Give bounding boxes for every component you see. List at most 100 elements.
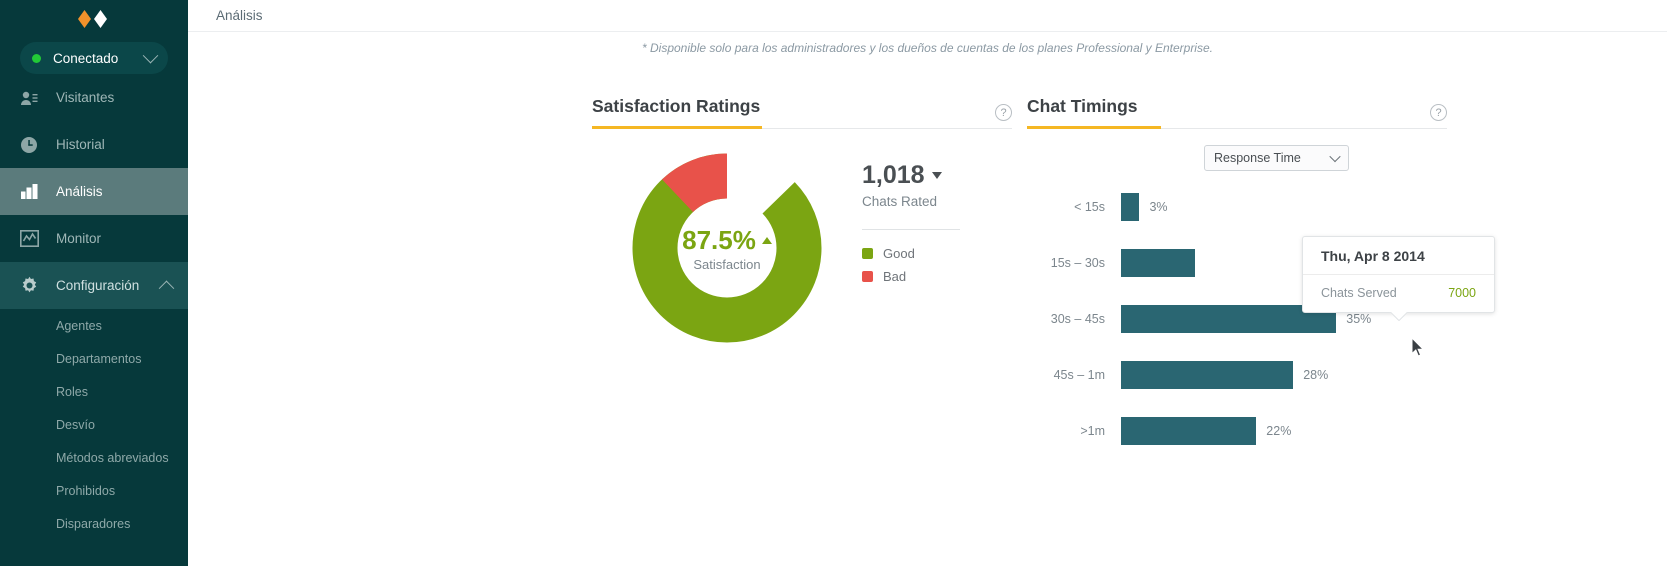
bar-category-label: 45s – 1m: [1053, 368, 1105, 382]
logo-diamond-white-icon: [94, 10, 107, 28]
sidebar-subitem-label: Departamentos: [56, 351, 142, 366]
sidebar-subitem-desvio[interactable]: Desvío: [0, 408, 188, 441]
panel-title: Satisfaction Ratings: [592, 96, 761, 116]
sidebar-item-label: Historial: [56, 137, 105, 152]
chevron-down-icon: [142, 47, 159, 63]
sidebar-item-historial[interactable]: Historial: [0, 121, 188, 168]
sidebar-subitem-roles[interactable]: Roles: [0, 375, 188, 408]
chevron-down-icon: [1329, 150, 1341, 163]
status-label: Conectado: [53, 50, 119, 66]
visitors-icon: [18, 88, 40, 108]
tooltip-arrow: [1389, 312, 1408, 321]
caret-down-icon[interactable]: [931, 172, 942, 179]
bar-track: 22%: [1121, 417, 1367, 445]
sidebar-subitem-prohibidos[interactable]: Prohibidos: [0, 474, 188, 507]
help-icon[interactable]: ?: [1430, 104, 1447, 121]
bar-category-label: 15s – 30s: [1050, 256, 1105, 270]
bar-category-label: >1m: [1080, 424, 1105, 438]
bar-fill[interactable]: [1121, 193, 1140, 221]
tooltip-metric-label: Chats Served: [1321, 286, 1397, 300]
legend-item-good: Good: [862, 242, 982, 265]
satisfaction-body: 87.5% Satisfaction 1,018 Chats Rated Goo…: [592, 153, 1012, 343]
app-logo[interactable]: [0, 0, 188, 34]
chevron-up-icon: [158, 280, 175, 297]
panel-accent-underline: [1027, 126, 1161, 129]
legend-label: Good: [883, 246, 915, 261]
metric-select-wrap: Response Time: [1027, 145, 1447, 171]
sidebar-subitem-label: Agentes: [56, 318, 102, 333]
sidebar-item-label: Visitantes: [56, 90, 115, 105]
bar-value-label: 35%: [1346, 312, 1372, 326]
plan-disclaimer: * Disponible solo para los administrador…: [642, 41, 1213, 55]
legend-swatch-bad: [862, 271, 873, 282]
panel-accent-underline: [592, 126, 762, 129]
bar-category-label: < 15s: [1074, 200, 1105, 214]
monitor-icon: [18, 229, 40, 249]
bar-row[interactable]: >1m 22%: [1027, 417, 1447, 445]
chart-tooltip: Thu, Apr 8 2014 Chats Served 7000: [1302, 236, 1495, 313]
satisfaction-ratings-panel: Satisfaction Ratings ? 87.5% Satisfactio…: [592, 96, 1012, 473]
sidebar-subitem-label: Disparadores: [56, 516, 131, 531]
bar-value-label: 22%: [1266, 424, 1292, 438]
top-bar: Análisis: [188, 0, 1667, 32]
main-content: Análisis * Disponible solo para los admi…: [188, 0, 1667, 566]
sidebar-subitem-departamentos[interactable]: Departamentos: [0, 342, 188, 375]
bar-fill[interactable]: [1121, 361, 1294, 389]
tooltip-date: Thu, Apr 8 2014: [1303, 237, 1494, 275]
donut-center-label: 87.5% Satisfaction: [632, 153, 822, 343]
clock-icon: [18, 135, 40, 155]
stats-divider: [862, 229, 960, 230]
bar-category-label: 30s – 45s: [1050, 312, 1105, 326]
sidebar-subitem-label: Prohibidos: [56, 483, 116, 498]
bar-row[interactable]: 45s – 1m 28%: [1027, 361, 1447, 389]
sidebar-subitem-label: Métodos abreviados: [56, 450, 169, 465]
sidebar-item-visitantes[interactable]: Visitantes: [0, 74, 188, 121]
logo-diamond-orange-icon: [78, 10, 91, 28]
sidebar-item-label: Monitor: [56, 231, 102, 246]
bar-track: 28%: [1121, 361, 1367, 389]
chat-timings-bar-chart: < 15s 3% 15s – 30s 30s – 45s 35% 45s – 1m 28% >…: [1027, 193, 1447, 445]
status-online-dot-icon: [32, 53, 41, 63]
sidebar-item-analisis[interactable]: Análisis: [0, 168, 188, 215]
sidebar: Conectado Visitantes Historial Análisis …: [0, 0, 188, 566]
bar-value-label: 3%: [1149, 200, 1168, 214]
select-value: Response Time: [1214, 151, 1301, 165]
satisfaction-center-caption: Satisfaction: [693, 256, 761, 272]
sidebar-subitem-metodos-abreviados[interactable]: Métodos abreviados: [0, 441, 188, 474]
bar-value-label: 28%: [1303, 368, 1329, 382]
response-time-select[interactable]: Response Time: [1204, 145, 1349, 171]
legend-item-bad: Bad: [862, 265, 982, 288]
tooltip-metric-value: 7000: [1448, 286, 1476, 300]
sidebar-subitem-agentes[interactable]: Agentes: [0, 309, 188, 342]
bar-row[interactable]: < 15s 3%: [1027, 193, 1447, 221]
tooltip-metric-row: Chats Served 7000: [1303, 275, 1494, 312]
satisfaction-percentage-value: 87.5%: [682, 224, 756, 255]
bar-fill[interactable]: [1121, 249, 1195, 277]
bar-track: 3%: [1121, 193, 1367, 221]
chat-timings-panel-header: Chat Timings ?: [1027, 96, 1447, 129]
sidebar-item-monitor[interactable]: Monitor: [0, 215, 188, 262]
chats-rated-stat: 1,018: [862, 161, 982, 190]
satisfaction-donut-chart: 87.5% Satisfaction: [632, 153, 822, 343]
legend-label: Bad: [883, 269, 907, 284]
analytics-page: Conectado Visitantes Historial Análisis …: [0, 0, 1667, 566]
legend-swatch-good: [862, 248, 873, 259]
agent-status-selector[interactable]: Conectado: [20, 42, 168, 74]
chats-rated-value: 1,018: [862, 161, 925, 189]
bar-fill[interactable]: [1121, 417, 1257, 445]
sidebar-subitem-label: Roles: [56, 384, 88, 399]
sidebar-item-label: Análisis: [56, 184, 103, 199]
sidebar-subitem-disparadores[interactable]: Disparadores: [0, 507, 188, 540]
sidebar-subitem-label: Desvío: [56, 417, 95, 432]
bar-chart-icon: [18, 182, 40, 202]
satisfaction-panel-header: Satisfaction Ratings ?: [592, 96, 1012, 129]
chats-rated-label: Chats Rated: [862, 194, 938, 209]
satisfaction-stats: 1,018 Chats Rated Good Bad: [862, 153, 982, 343]
gear-icon: [18, 276, 40, 296]
trend-up-icon: [761, 236, 772, 244]
sidebar-item-label: Configuración: [56, 278, 140, 293]
sidebar-item-configuracion[interactable]: Configuración: [0, 262, 188, 309]
panel-title: Chat Timings: [1027, 96, 1138, 116]
help-icon[interactable]: ?: [995, 104, 1012, 121]
satisfaction-percentage: 87.5%: [682, 225, 772, 256]
